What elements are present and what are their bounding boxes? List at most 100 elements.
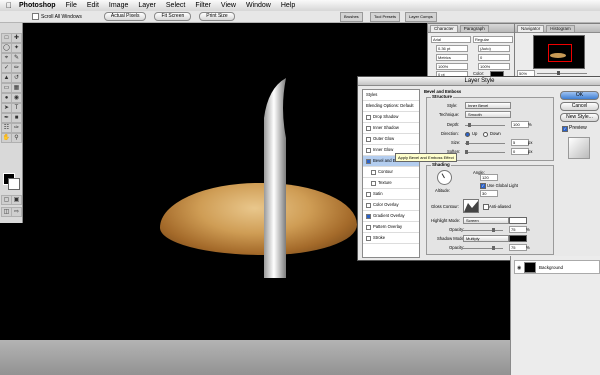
font-family-select[interactable]: Arial	[431, 36, 471, 43]
depth-field[interactable]: 100	[511, 121, 529, 128]
tracking-field[interactable]: 0	[478, 54, 510, 61]
tab-tool-presets[interactable]: Tool Presets	[370, 12, 401, 22]
soften-field[interactable]: 0	[511, 148, 529, 155]
tab-histogram[interactable]: Histogram	[546, 25, 575, 32]
menu-filter[interactable]: Filter	[190, 2, 216, 9]
highlight-opacity-slider[interactable]	[463, 228, 503, 232]
style-list-item[interactable]: Gradient Overlay	[363, 211, 419, 222]
style-list-item[interactable]: Contour	[363, 167, 419, 178]
fit-screen-button[interactable]: Fit Screen	[154, 12, 192, 21]
shape-tool-icon[interactable]: ■	[11, 113, 22, 123]
move-tool-icon[interactable]: ✚	[11, 33, 22, 43]
leading-field[interactable]: (Auto)	[478, 45, 510, 52]
apple-icon[interactable]: 	[4, 1, 14, 10]
style-list-item[interactable]: Outer Glow	[363, 134, 419, 145]
type-tool-icon[interactable]: T	[11, 103, 22, 113]
style-checkbox[interactable]	[366, 125, 371, 131]
style-checkbox[interactable]	[371, 180, 376, 186]
eyedropper-tool-icon[interactable]: ✑	[11, 123, 22, 133]
magic-wand-tool-icon[interactable]: ✦	[11, 43, 22, 53]
background-color-swatch[interactable]	[8, 178, 20, 190]
altitude-field[interactable]: 30	[480, 190, 498, 197]
menu-help[interactable]: Help	[276, 2, 300, 9]
size-knob[interactable]	[465, 141, 469, 145]
size-slider[interactable]	[465, 141, 505, 145]
shadow-mode-select[interactable]: Multiply	[463, 235, 509, 242]
kerning-field[interactable]: Metrics	[436, 54, 468, 61]
style-list-item[interactable]: Color Overlay	[363, 200, 419, 211]
menu-image[interactable]: Image	[104, 2, 133, 9]
angle-dial[interactable]	[437, 170, 452, 185]
vertical-scale-field[interactable]: 100%	[436, 63, 468, 70]
style-list-item[interactable]: Blending Options: Default	[363, 101, 419, 112]
style-list-item[interactable]: Inner Shadow	[363, 123, 419, 134]
zoom-tool-icon[interactable]: ⚲	[11, 133, 22, 143]
depth-slider[interactable]	[465, 123, 505, 127]
navigator-thumbnail[interactable]	[533, 35, 585, 69]
gloss-contour-picker[interactable]	[463, 199, 479, 213]
style-list-item[interactable]: Drop Shadow	[363, 112, 419, 123]
direction-up-radio[interactable]	[465, 132, 470, 137]
depth-knob[interactable]	[467, 123, 471, 127]
style-checkbox[interactable]	[366, 158, 371, 164]
layer-row-background[interactable]: ◉ Background	[514, 260, 600, 274]
brush-tool-icon[interactable]: ✏	[11, 63, 22, 73]
highlight-opacity-field[interactable]: 75	[509, 226, 527, 233]
tab-layer-comps[interactable]: Layer Comps	[405, 12, 437, 22]
scroll-all-windows-checkbox[interactable]	[32, 13, 39, 20]
style-list-item[interactable]: Pattern Overlay	[363, 222, 419, 233]
tab-navigator[interactable]: Navigator	[517, 25, 545, 32]
shadow-opacity-knob[interactable]	[491, 246, 495, 250]
menu-select[interactable]: Select	[161, 2, 190, 9]
style-checkbox[interactable]	[366, 202, 371, 208]
zoom-slider[interactable]	[537, 71, 587, 75]
style-checkbox[interactable]	[366, 114, 371, 120]
style-checkbox[interactable]	[366, 224, 371, 230]
actual-pixels-button[interactable]: Actual Pixels	[103, 12, 147, 21]
horizontal-scale-field[interactable]: 100%	[478, 63, 510, 70]
menu-view[interactable]: View	[216, 2, 241, 9]
style-checkbox[interactable]	[371, 169, 376, 175]
menu-file[interactable]: File	[61, 2, 82, 9]
shadow-color-swatch[interactable]	[509, 235, 527, 242]
highlight-opacity-knob[interactable]	[491, 228, 495, 232]
shadow-opacity-field[interactable]: 75	[509, 244, 527, 251]
angle-field[interactable]: 120	[480, 174, 498, 181]
style-checkbox[interactable]	[366, 191, 371, 197]
highlight-color-swatch[interactable]	[509, 217, 527, 224]
menu-edit[interactable]: Edit	[82, 2, 104, 9]
style-list-item[interactable]: Stroke	[363, 233, 419, 244]
tab-brushes[interactable]: Brushes	[340, 12, 363, 22]
tab-character[interactable]: Character	[430, 25, 458, 32]
style-checkbox[interactable]	[366, 147, 371, 153]
new-style-button[interactable]: New Style...	[560, 113, 599, 122]
soften-knob[interactable]	[465, 150, 468, 154]
eye-icon[interactable]: ◉	[517, 265, 522, 271]
technique-select[interactable]: Smooth	[465, 111, 511, 118]
zoom-slider-knob[interactable]	[557, 71, 560, 75]
highlight-mode-select[interactable]: Screen	[463, 217, 509, 224]
font-style-select[interactable]: Regular	[473, 36, 513, 43]
soften-slider[interactable]	[465, 150, 505, 154]
style-list-item[interactable]: Satin	[363, 189, 419, 200]
gradient-tool-icon[interactable]: ▦	[11, 83, 22, 93]
style-checkbox[interactable]	[366, 136, 371, 142]
slice-tool-icon[interactable]: ✎	[11, 53, 22, 63]
size-field[interactable]: 5	[511, 139, 529, 146]
style-checkbox[interactable]	[366, 235, 371, 241]
bevel-style-select[interactable]: Inner Bevel	[465, 102, 511, 109]
use-global-light-checkbox[interactable]: ✓	[480, 183, 486, 189]
print-size-button[interactable]: Print Size	[199, 12, 235, 21]
menu-layer[interactable]: Layer	[133, 2, 161, 9]
menu-photoshop[interactable]: Photoshop	[14, 2, 61, 9]
cancel-button[interactable]: Cancel	[560, 102, 599, 111]
style-checkbox[interactable]	[366, 213, 371, 219]
style-list-item[interactable]: Styles	[363, 90, 419, 101]
quick-mask-icon[interactable]: ▣	[11, 195, 22, 205]
menu-window[interactable]: Window	[241, 2, 276, 9]
dodge-tool-icon[interactable]: ◉	[11, 93, 22, 103]
font-size-field[interactable]: 0.36 pt	[436, 45, 468, 52]
direction-down-radio[interactable]	[483, 132, 488, 137]
shadow-opacity-slider[interactable]	[463, 246, 503, 250]
ok-button[interactable]: OK	[560, 91, 599, 100]
